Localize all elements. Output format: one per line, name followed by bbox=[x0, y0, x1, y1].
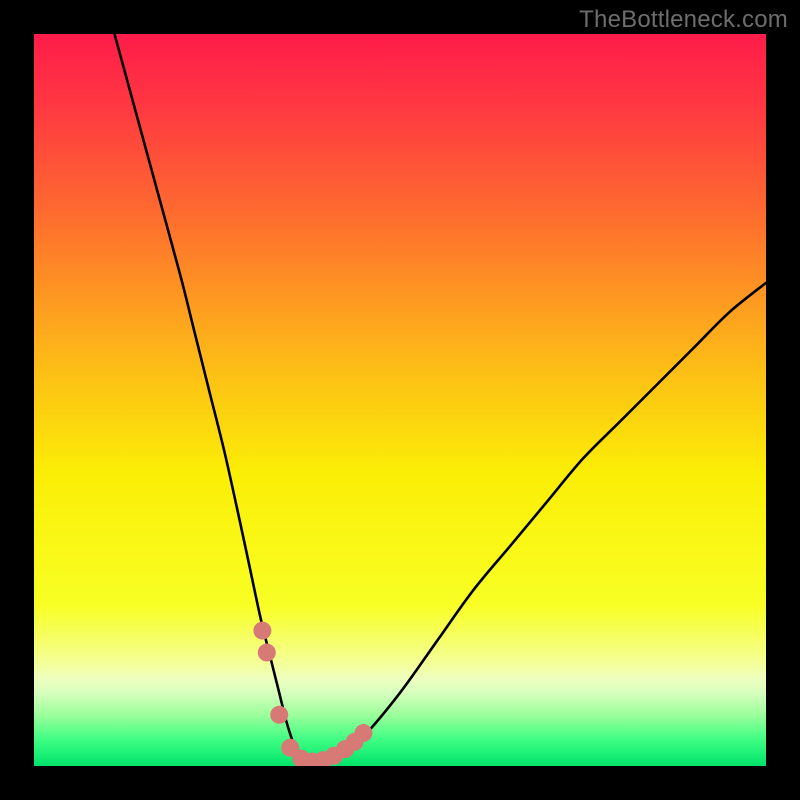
bottleneck-marker bbox=[253, 622, 271, 640]
chart-frame: TheBottleneck.com bbox=[0, 0, 800, 800]
plot-area bbox=[34, 34, 766, 766]
bottleneck-marker bbox=[270, 706, 288, 724]
bottleneck-marker bbox=[258, 644, 276, 662]
bottleneck-markers bbox=[253, 622, 372, 766]
watermark-text: TheBottleneck.com bbox=[579, 6, 788, 34]
bottleneck-marker bbox=[354, 724, 372, 742]
bottleneck-curve bbox=[115, 34, 766, 763]
curve-layer bbox=[34, 34, 766, 766]
